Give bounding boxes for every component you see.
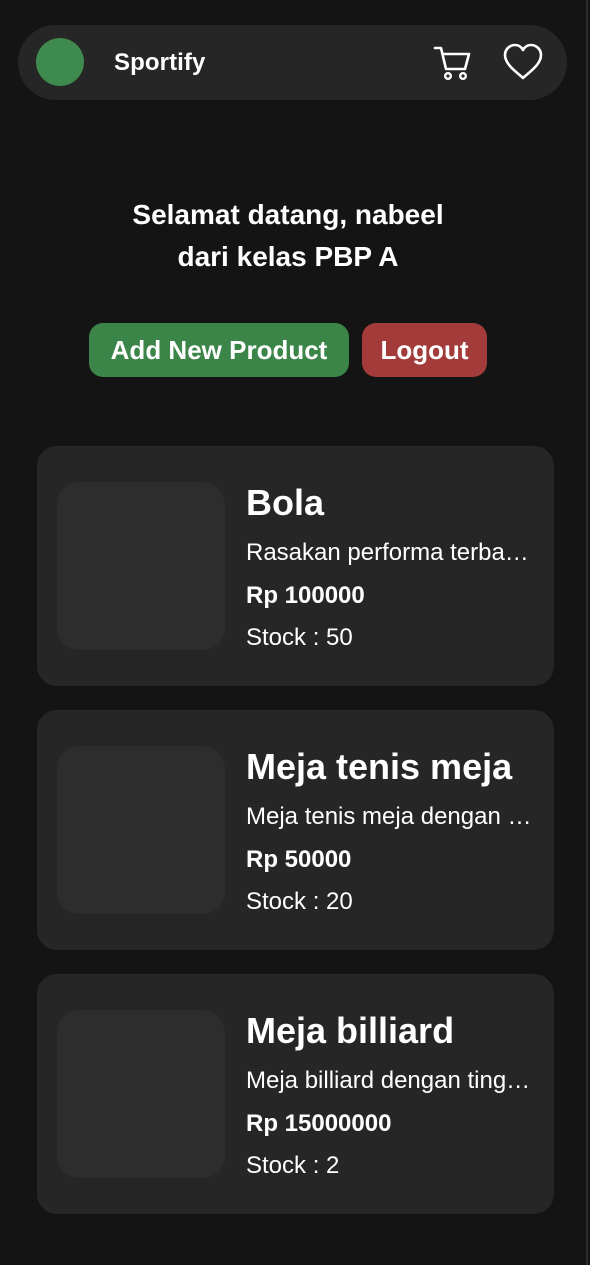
welcome-line-2: dari kelas PBP A (177, 241, 399, 272)
product-thumbnail (57, 1010, 225, 1178)
product-description: Meja billiard dengan tingkat presisi tin… (246, 1067, 533, 1094)
product-stock: Stock : 20 (246, 888, 353, 915)
cart-button[interactable] (432, 42, 472, 82)
welcome-line-1: Selamat datang, nabeel (132, 199, 444, 230)
product-thumbnail (57, 746, 225, 914)
heart-icon (503, 43, 543, 80)
cart-icon (433, 46, 471, 81)
product-card[interactable]: Meja billiard Meja billiard dengan tingk… (37, 974, 554, 1214)
product-description: Rasakan performa terbaik dengan bola kam… (246, 539, 533, 566)
product-name: Meja tenis meja (246, 746, 513, 787)
product-stock: Stock : 50 (246, 624, 353, 651)
app-frame: Sportify Selamat datang, nabeel dari kel… (0, 0, 588, 1265)
product-name: Meja billiard (246, 1010, 455, 1051)
brand-logo[interactable] (36, 38, 84, 86)
logout-button[interactable]: Logout (362, 323, 487, 377)
product-card[interactable]: Meja tenis meja Meja tenis meja dengan k… (37, 710, 554, 950)
product-price: Rp 15000000 (246, 1110, 392, 1137)
wishlist-button[interactable] (502, 42, 544, 82)
product-price: Rp 50000 (246, 846, 352, 873)
navbar: Sportify (18, 25, 567, 100)
add-product-button[interactable]: Add New Product (89, 323, 349, 377)
product-thumbnail (57, 482, 225, 650)
product-card[interactable]: Bola Rasakan performa terbaik dengan bol… (37, 446, 554, 686)
product-name: Bola (246, 482, 325, 523)
product-price: Rp 100000 (246, 582, 365, 609)
product-description: Meja tenis meja dengan kualitas terbaik (246, 803, 533, 830)
product-stock: Stock : 2 (246, 1152, 340, 1179)
brand-name[interactable]: Sportify (114, 49, 205, 77)
welcome-message: Selamat datang, nabeel dari kelas PBP A (0, 194, 576, 278)
